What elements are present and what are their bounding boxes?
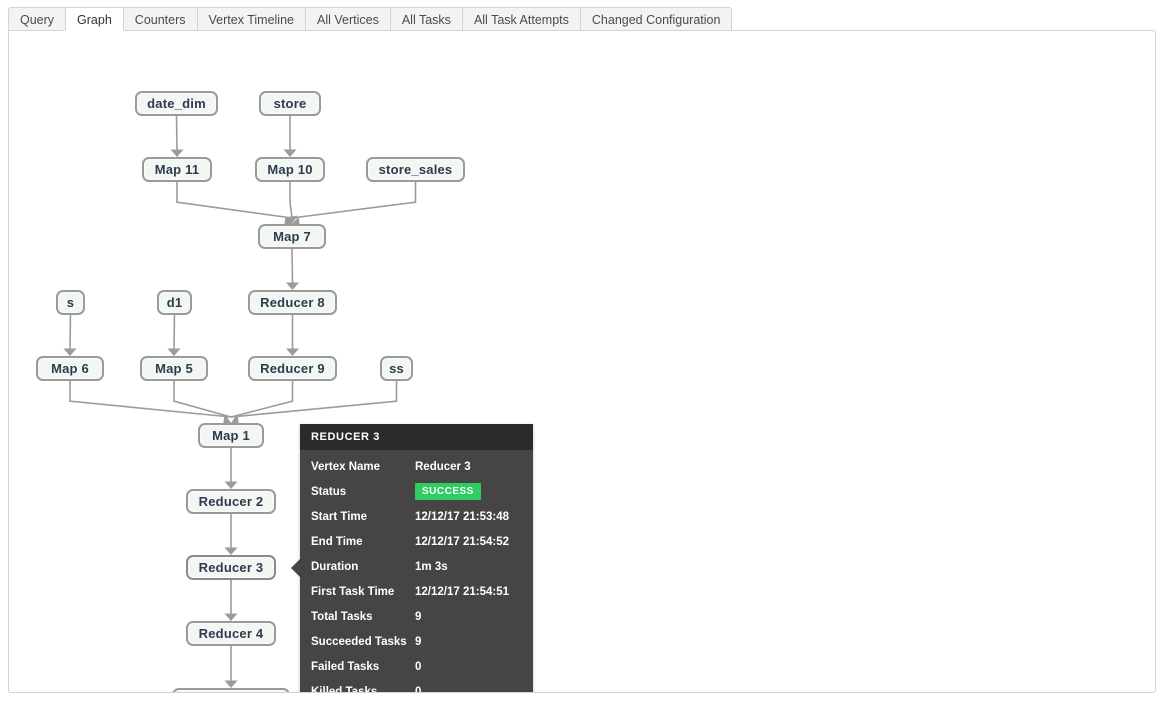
graph-node-store_sales[interactable]: store_sales [366, 157, 465, 182]
tooltip-row-value: 12/12/17 21:54:52 [415, 535, 509, 548]
graph-node-map5[interactable]: Map 5 [140, 356, 208, 381]
graph-edge-date_dim-to-map11 [175, 115, 178, 151]
tab-query[interactable]: Query [8, 7, 67, 31]
tooltip-row: Vertex Name Reducer 3 [300, 454, 533, 479]
graph-edge-map7-to-reducer8-arrowhead [286, 282, 299, 290]
dag-graph-canvas[interactable]: date_dim store Map 11 Map 10 store_sales Map … [9, 31, 1155, 692]
tooltip-row-value: Reducer 3 [415, 460, 471, 473]
tooltip-row-value: SUCCESS [415, 483, 481, 500]
graph-node-ss[interactable]: ss [380, 356, 413, 381]
graph-node-reducer4[interactable]: Reducer 4 [186, 621, 276, 646]
graph-node-map1[interactable]: Map 1 [198, 423, 264, 448]
tooltip-row-value: 12/12/17 21:54:51 [415, 585, 509, 598]
graph-edge-s-to-map6-arrowhead [63, 348, 77, 356]
graph-node-reducer2[interactable]: Reducer 2 [186, 489, 276, 514]
tab-graph[interactable]: Graph [65, 7, 124, 31]
tez-dag-view: Query Graph Counters Vertex Timeline All Ver… [0, 0, 1164, 704]
graph-edge-d1-to-map5 [173, 314, 176, 350]
tooltip-row: Duration 1m 3s [300, 554, 533, 579]
graph-node-d1[interactable]: d1 [157, 290, 192, 315]
status-badge: SUCCESS [415, 483, 481, 500]
tooltip-row-label: Killed Tasks [311, 685, 378, 693]
tooltip-row-value: 12/12/17 21:53:48 [415, 510, 509, 523]
tooltip-row: First Task Time 12/12/17 21:54:51 [300, 579, 533, 604]
tooltip-row-label: Start Time [311, 510, 368, 523]
tooltip-title: REDUCER 3 [300, 424, 533, 450]
graph-edge-map10-to-map7 [289, 182, 293, 219]
vertex-detail-tooltip: REDUCER 3 Vertex Name Reducer 3 Status SUCC… [291, 424, 533, 693]
tooltip-row: Killed Tasks 0 [300, 679, 533, 693]
graph-edge-ss-to-map1 [230, 381, 398, 418]
tooltip-row-label: First Task Time [311, 585, 395, 598]
graph-node-map11[interactable]: Map 11 [142, 157, 212, 182]
tooltip-pointer-arrow-icon [291, 559, 300, 577]
tooltip-row-value: 0 [415, 685, 422, 693]
tab-counters[interactable]: Counters [122, 7, 198, 31]
tooltip-row-label: Failed Tasks [311, 660, 380, 673]
graph-node-map6[interactable]: Map 6 [36, 356, 104, 381]
tab-changed-configuration[interactable]: Changed Configuration [579, 7, 733, 31]
graph-edge-d1-to-map5-arrowhead [167, 348, 181, 356]
graph-node-store[interactable]: store [259, 91, 321, 116]
graph-edge-date_dim-to-map11-arrowhead [170, 149, 184, 157]
tab-all-vertices[interactable]: All Vertices [305, 7, 391, 31]
tooltip-row-value: 9 [415, 635, 422, 648]
tab-all-task-attempts[interactable]: All Task Attempts [461, 7, 581, 31]
tooltip-row: End Time 12/12/17 21:54:52 [300, 529, 533, 554]
tooltip-row: Status SUCCESS [300, 479, 533, 504]
tooltip-row-value: 9 [415, 610, 422, 623]
tab-bar: Query Graph Counters Vertex Timeline All Ver… [8, 6, 733, 31]
tooltip-row-label: End Time [311, 535, 363, 548]
tooltip-row-label: Succeeded Tasks [311, 635, 407, 648]
tooltip-row: Total Tasks 9 [300, 604, 533, 629]
graph-edge-store-to-map10-arrowhead [283, 149, 297, 157]
graph-edge-reducer2-to-reducer3-arrowhead [224, 547, 238, 555]
graph-node-out_reducer4[interactable]: out_Reducer 4 [172, 688, 290, 692]
graph-node-date_dim[interactable]: date_dim [135, 91, 218, 116]
tooltip-row-label: Total Tasks [311, 610, 373, 623]
tooltip-row: Failed Tasks 0 [300, 654, 533, 679]
graph-node-map7[interactable]: Map 7 [258, 224, 326, 249]
graph-node-reducer8[interactable]: Reducer 8 [248, 290, 337, 315]
graph-node-s[interactable]: s [56, 290, 85, 315]
tooltip-row: Start Time 12/12/17 21:53:48 [300, 504, 533, 529]
tooltip-row-value: 1m 3s [415, 560, 448, 573]
graph-edge-map11-to-map7 [176, 182, 293, 219]
graph-panel: date_dim store Map 11 Map 10 store_sales Map … [8, 30, 1156, 693]
graph-edge-reducer3-to-reducer4-arrowhead [224, 613, 238, 621]
graph-edge-reducer8-to-reducer9-arrowhead [286, 348, 299, 356]
tooltip-row-label: Duration [311, 560, 359, 573]
graph-node-reducer9[interactable]: Reducer 9 [248, 356, 337, 381]
graph-edge-reducer4-to-out_reducer4-arrowhead [224, 680, 238, 688]
graph-edge-s-to-map6 [69, 314, 72, 350]
graph-edge-map6-to-map1 [69, 381, 232, 418]
tooltip-row-label: Vertex Name [311, 460, 381, 473]
graph-node-reducer3[interactable]: Reducer 3 [186, 555, 276, 580]
graph-edge-store_sales-to-map7 [291, 182, 417, 219]
tooltip-row: Succeeded Tasks 9 [300, 629, 533, 654]
tab-all-tasks[interactable]: All Tasks [389, 7, 463, 31]
tab-vertex-timeline[interactable]: Vertex Timeline [196, 7, 306, 31]
tooltip-row-label: Status [311, 485, 347, 498]
tooltip-row-value: 0 [415, 660, 422, 673]
graph-node-map10[interactable]: Map 10 [255, 157, 325, 182]
graph-edge-map1-to-reducer2-arrowhead [224, 481, 238, 489]
graph-edge-map7-to-reducer8 [291, 248, 294, 284]
tooltip-detail-list: Vertex Name Reducer 3 Status SUCCESS Start T… [300, 450, 533, 693]
